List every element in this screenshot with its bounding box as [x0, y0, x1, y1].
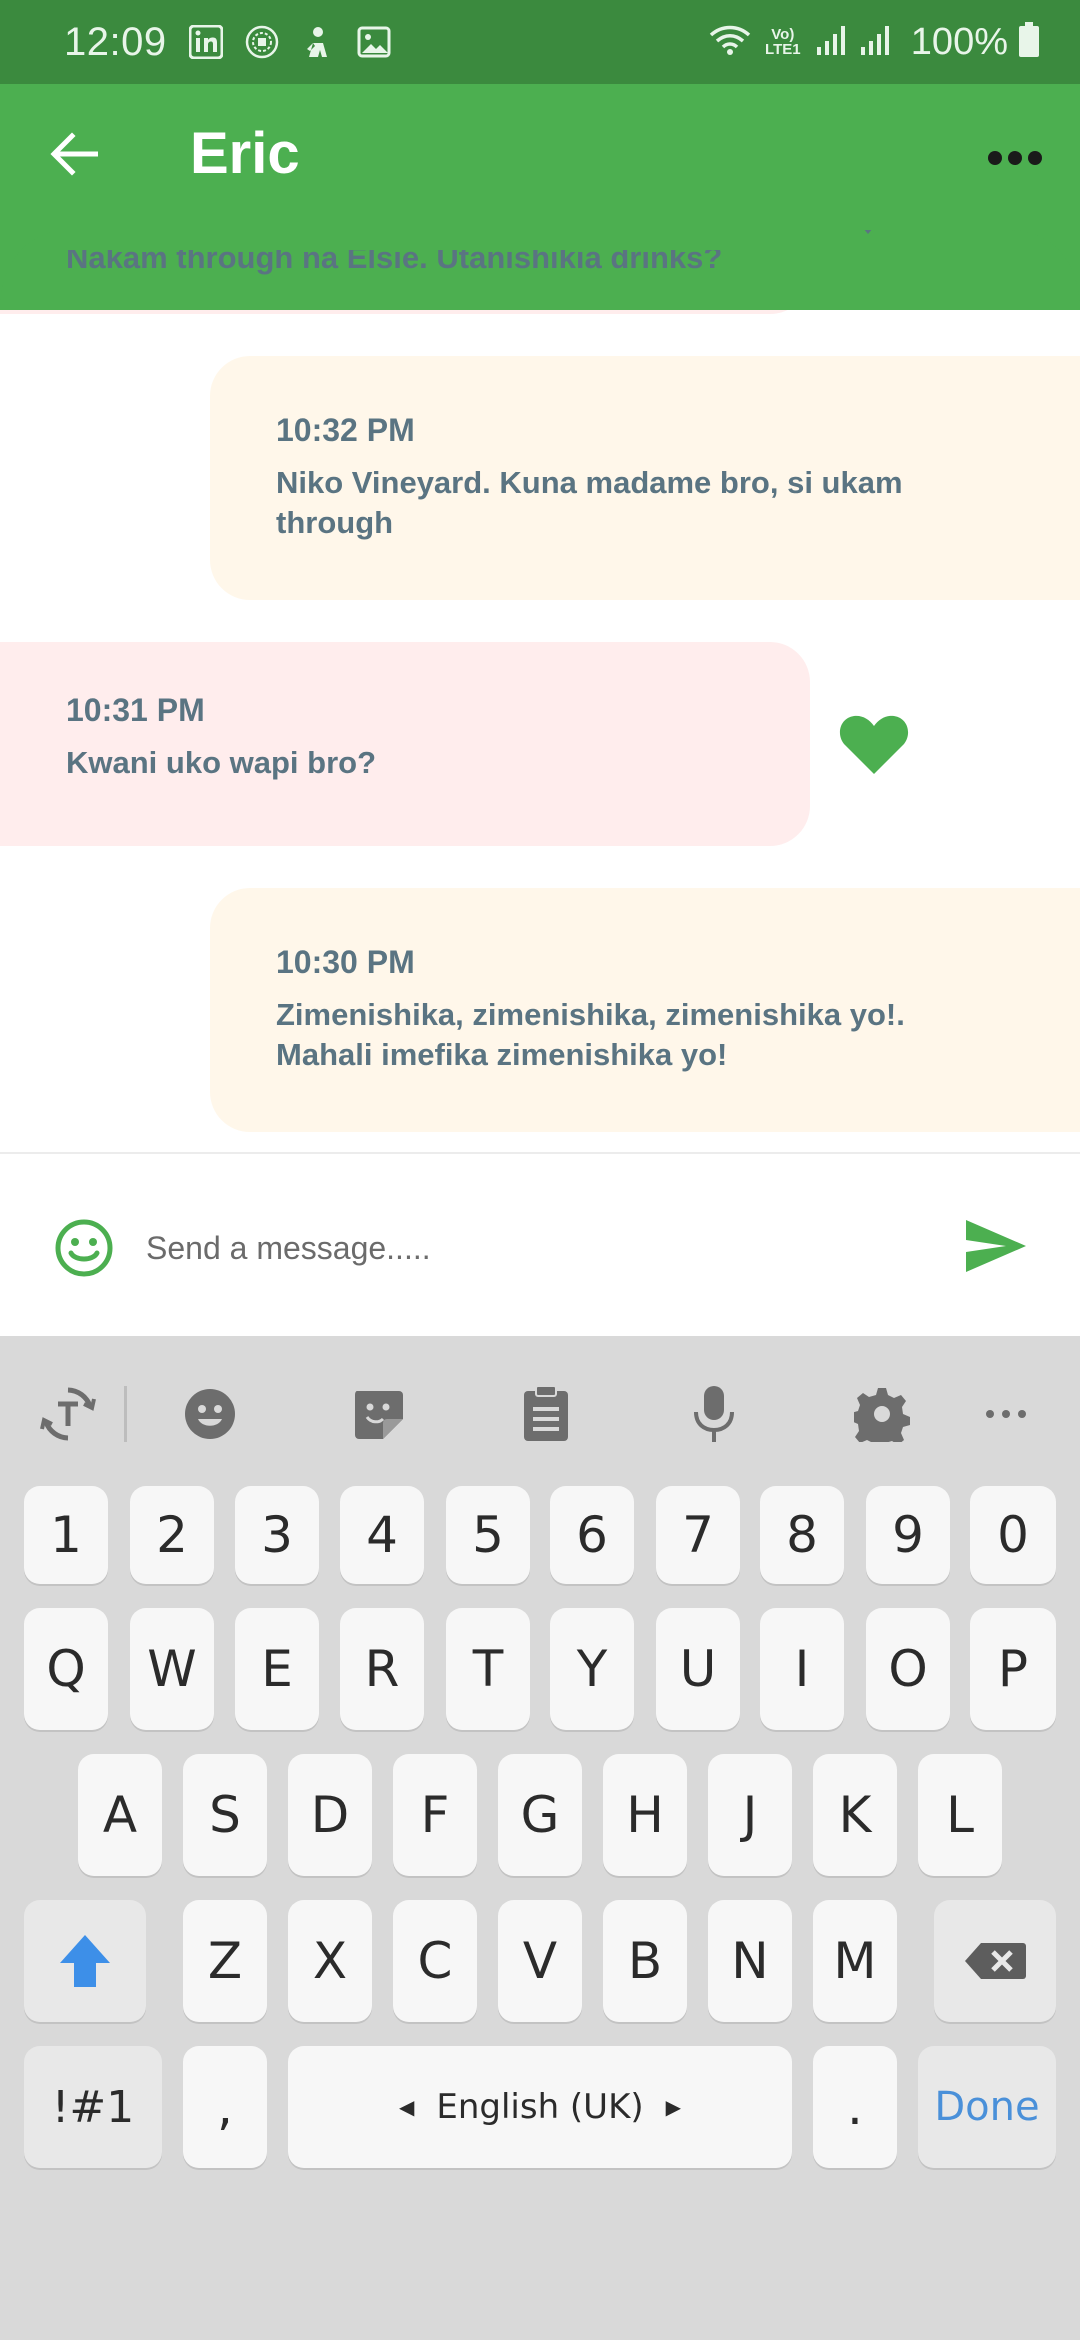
- message-time: 10:30 PM: [276, 944, 415, 980]
- key-z[interactable]: Z: [183, 1900, 267, 2022]
- message-bubble-sent[interactable]: 10:32 PM Niko Vineyard. Kuna madame bro,…: [210, 356, 1080, 600]
- key-0[interactable]: 0: [970, 1486, 1056, 1584]
- key-k[interactable]: K: [813, 1754, 897, 1876]
- message-bubble-received[interactable]: 10:31 PM Kwani uko wapi bro?: [0, 642, 810, 846]
- clipboard-icon[interactable]: [514, 1382, 578, 1446]
- settings-icon[interactable]: [850, 1382, 914, 1446]
- key-q[interactable]: Q: [24, 1608, 108, 1730]
- sticker-icon[interactable]: [346, 1382, 410, 1446]
- microphone-icon[interactable]: [682, 1382, 746, 1446]
- backspace-icon: [965, 1943, 1026, 1979]
- smiley-icon: [55, 1219, 113, 1277]
- more-options-button[interactable]: [980, 128, 1050, 188]
- key-i[interactable]: I: [760, 1608, 844, 1730]
- key-p[interactable]: P: [970, 1608, 1056, 1730]
- period-key[interactable]: .: [813, 2046, 897, 2168]
- arrow-left-icon: [50, 132, 98, 176]
- key-u[interactable]: U: [656, 1608, 740, 1730]
- signal-icon: [815, 23, 849, 62]
- text-convert-icon[interactable]: [36, 1382, 100, 1446]
- key-5[interactable]: 5: [446, 1486, 530, 1584]
- shift-arrow-icon: [60, 1935, 110, 1987]
- key-x[interactable]: X: [288, 1900, 372, 2022]
- message-time: 10:32 PM: [276, 412, 415, 448]
- key-d[interactable]: D: [288, 1754, 372, 1876]
- space-key-label: English (UK): [436, 2087, 644, 2127]
- message-composer: [0, 1154, 1080, 1336]
- club-crest-icon: [245, 25, 279, 59]
- key-t[interactable]: T: [446, 1608, 530, 1730]
- key-v[interactable]: V: [498, 1900, 582, 2022]
- key-n[interactable]: N: [708, 1900, 792, 2022]
- key-g[interactable]: G: [498, 1754, 582, 1876]
- battery-icon: [1018, 21, 1040, 63]
- wifi-icon: [709, 23, 751, 62]
- key-f[interactable]: F: [393, 1754, 477, 1876]
- emoji-button[interactable]: [54, 1218, 114, 1278]
- status-bar: 12:09 Vo) LTE1 100%: [0, 0, 1080, 84]
- key-4[interactable]: 4: [340, 1486, 424, 1584]
- send-icon: [966, 1220, 1026, 1272]
- message-bubble-sent[interactable]: 10:30 PM Zimenishika, zimenishika, zimen…: [210, 888, 1080, 1132]
- more-icon[interactable]: [974, 1382, 1038, 1446]
- message-time: 10:31 PM: [66, 692, 205, 728]
- battery-percent: 100%: [910, 20, 1008, 63]
- key-o[interactable]: O: [866, 1608, 950, 1730]
- toolbar-separator: [124, 1386, 127, 1442]
- key-7[interactable]: 7: [656, 1486, 740, 1584]
- message-text: Kwani uko wapi bro?: [66, 745, 377, 780]
- emoji-icon[interactable]: [178, 1382, 242, 1446]
- heart-icon-partial: [858, 230, 878, 243]
- shift-key[interactable]: [24, 1900, 146, 2022]
- symbols-key[interactable]: !#1: [24, 2046, 162, 2168]
- key-3[interactable]: 3: [235, 1486, 319, 1584]
- signal-icon: [859, 23, 893, 62]
- key-y[interactable]: Y: [550, 1608, 634, 1730]
- caret-right-icon: ▶: [665, 2095, 682, 2119]
- backspace-key[interactable]: [934, 1900, 1056, 2022]
- key-a[interactable]: A: [78, 1754, 162, 1876]
- key-e[interactable]: E: [235, 1608, 319, 1730]
- heart-icon[interactable]: [838, 712, 910, 781]
- key-j[interactable]: J: [708, 1754, 792, 1876]
- message-text: Zimenishika, zimenishika, zimenishika yo…: [276, 997, 905, 1072]
- key-s[interactable]: S: [183, 1754, 267, 1876]
- key-6[interactable]: 6: [550, 1486, 634, 1584]
- key-l[interactable]: L: [918, 1754, 1002, 1876]
- caret-left-icon: ◀: [398, 2095, 415, 2119]
- space-key[interactable]: ◀ English (UK) ▶: [288, 2046, 792, 2168]
- person-icon: [301, 25, 335, 59]
- key-c[interactable]: C: [393, 1900, 477, 2022]
- message-text: Niko Vineyard. Kuna madame bro, si ukam …: [276, 465, 903, 540]
- key-w[interactable]: W: [130, 1608, 214, 1730]
- send-button[interactable]: [964, 1218, 1028, 1274]
- key-m[interactable]: M: [813, 1900, 897, 2022]
- status-time: 12:09: [64, 19, 167, 64]
- comma-key[interactable]: ,: [183, 2046, 267, 2168]
- key-8[interactable]: 8: [760, 1486, 844, 1584]
- linkedin-icon: [188, 25, 223, 59]
- key-b[interactable]: B: [603, 1900, 687, 2022]
- keyboard: 1 2 3 4 5 6 7 8 9 0 Q W E R T Y U I O P …: [0, 1336, 1080, 2340]
- back-button[interactable]: [44, 124, 104, 184]
- volte-icon: Vo) LTE1: [765, 26, 801, 58]
- app-bar: Eric: [0, 84, 1080, 230]
- done-key[interactable]: Done: [918, 2046, 1056, 2168]
- message-input[interactable]: [146, 1210, 926, 1286]
- more-horizontal-icon: [988, 151, 1042, 165]
- key-1[interactable]: 1: [24, 1486, 108, 1584]
- chat-title: Eric: [190, 121, 300, 186]
- key-9[interactable]: 9: [866, 1486, 950, 1584]
- image-icon: [357, 25, 391, 59]
- message-list[interactable]: Nakam through na Elsie. Utanishikia drin…: [0, 230, 1080, 1152]
- key-h[interactable]: H: [603, 1754, 687, 1876]
- key-r[interactable]: R: [340, 1608, 424, 1730]
- keyboard-toolbar: [0, 1336, 1080, 1488]
- key-2[interactable]: 2: [130, 1486, 214, 1584]
